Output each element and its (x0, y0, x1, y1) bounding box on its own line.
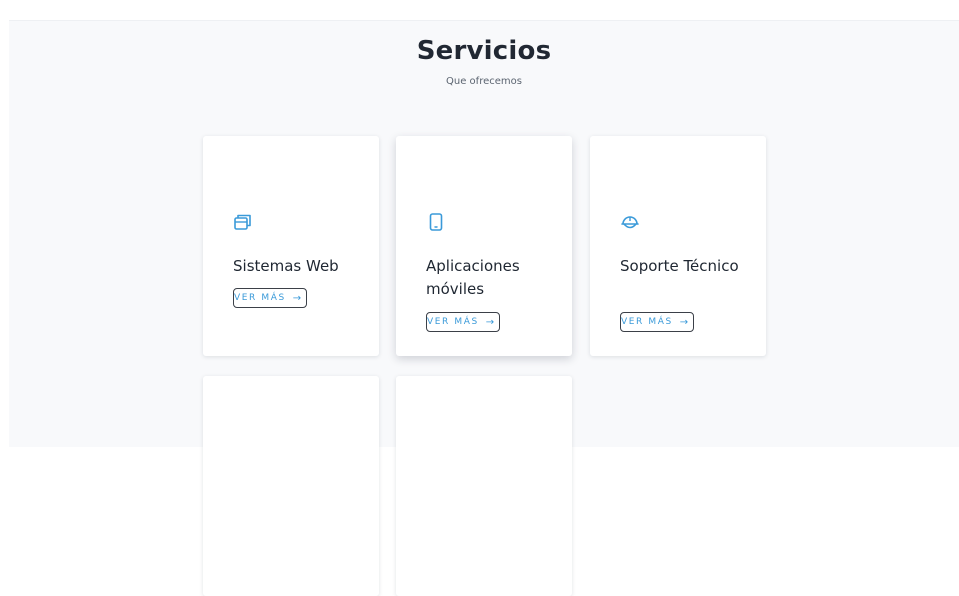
service-card-title: Aplicaciones móviles (426, 257, 520, 298)
ver-mas-button[interactable]: VER MÁS → (426, 312, 501, 332)
ver-mas-label: VER MÁS (621, 317, 673, 327)
ver-mas-label: VER MÁS (234, 293, 286, 303)
ver-mas-button[interactable]: VER MÁS → (620, 312, 695, 332)
service-card-soporte-tecnico: Soporte Técnico VER MÁS → (590, 136, 766, 356)
arrow-right-icon: → (485, 316, 495, 328)
section-title: Servicios (416, 36, 552, 66)
service-card-title: Soporte Técnico (620, 257, 739, 275)
arrow-right-icon: → (292, 292, 302, 304)
section-subtitle: Que ofrecemos (446, 76, 522, 87)
hard-hat-icon (621, 216, 639, 229)
services-section: Servicios Que ofrecemos Sistemas Web VER… (9, 20, 959, 596)
mobile-phone-icon (429, 213, 443, 231)
service-card-aplicaciones-moviles: Aplicaciones móviles VER MÁS → (396, 136, 572, 356)
service-card-partial (396, 376, 572, 596)
ver-mas-label: VER MÁS (427, 317, 479, 327)
ver-mas-button[interactable]: VER MÁS → (233, 288, 308, 308)
arrow-right-icon: → (679, 316, 689, 328)
window-stack-icon (234, 214, 251, 230)
service-card-title: Sistemas Web (233, 257, 339, 275)
service-card-sistemas-web: Sistemas Web VER MÁS → (203, 136, 379, 356)
service-card-partial (203, 376, 379, 596)
